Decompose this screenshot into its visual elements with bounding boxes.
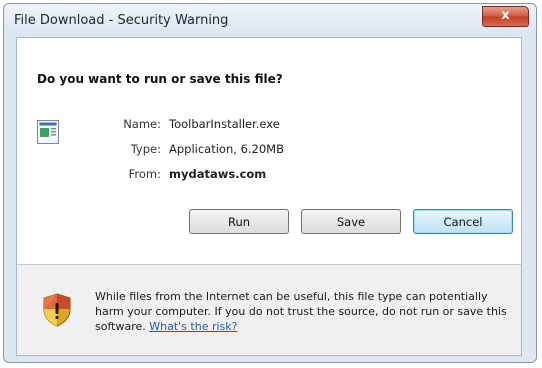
- run-button[interactable]: Run: [189, 209, 289, 234]
- file-type-value: Application, 6.20MB: [169, 142, 284, 156]
- title-bar[interactable]: File Download - Security Warning x: [4, 4, 536, 36]
- whats-the-risk-link[interactable]: What's the risk?: [149, 320, 237, 333]
- file-from-label: From:: [128, 167, 161, 181]
- file-type-label: Type:: [130, 142, 161, 156]
- security-shield-icon: [43, 293, 71, 327]
- security-warning-dialog: File Download - Security Warning x Do yo…: [3, 3, 537, 363]
- security-warning-panel: While files from the Internet can be use…: [17, 264, 521, 355]
- window-title: File Download - Security Warning: [14, 13, 229, 28]
- file-name-row: Name: ToolbarInstaller.exe: [117, 117, 280, 131]
- dialog-body: Do you want to run or save this file? Na…: [16, 37, 522, 356]
- file-name-value: ToolbarInstaller.exe: [169, 117, 280, 131]
- application-file-icon: [37, 120, 59, 144]
- close-button[interactable]: x: [482, 6, 529, 27]
- save-button[interactable]: Save: [301, 209, 401, 234]
- warning-message: While files from the Internet can be use…: [95, 289, 513, 334]
- file-type-row: Type: Application, 6.20MB: [117, 142, 284, 156]
- file-name-label: Name:: [123, 117, 161, 131]
- file-from-value: mydataws.com: [169, 167, 267, 181]
- cancel-button[interactable]: Cancel: [413, 209, 513, 234]
- close-icon: x: [501, 8, 510, 23]
- file-from-row: From: mydataws.com: [117, 167, 267, 181]
- dialog-question: Do you want to run or save this file?: [37, 72, 283, 86]
